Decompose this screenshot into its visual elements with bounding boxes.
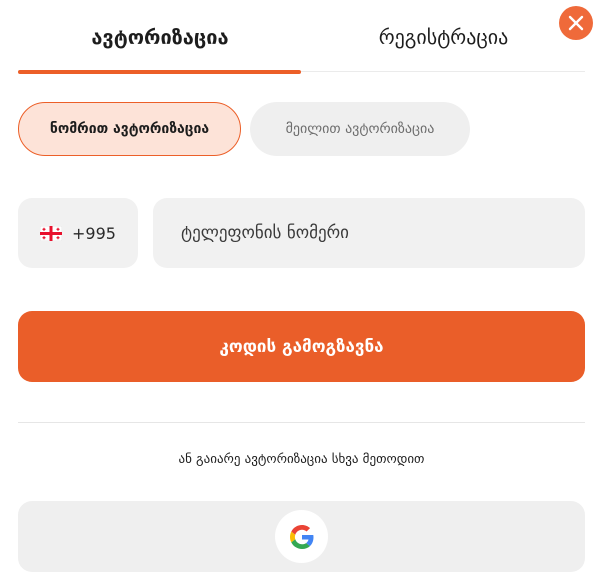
phone-number-input[interactable] (179, 222, 563, 244)
close-button[interactable] (559, 6, 593, 40)
country-code-selector[interactable]: +995 (18, 198, 138, 268)
georgia-flag-icon (40, 225, 63, 241)
google-icon (289, 524, 313, 549)
auth-tabs: ავტორიზაცია რეგისტრაცია (18, 0, 585, 74)
tab-register[interactable]: რეგისტრაცია (302, 0, 585, 74)
send-code-button[interactable]: კოდის გამოგზავნა (18, 311, 585, 382)
tab-login[interactable]: ავტორიზაცია (18, 0, 302, 74)
alternative-login-text: ან გაიარე ავტორიზაცია სხვა მეთოდით (178, 452, 425, 467)
country-code: +995 (72, 223, 116, 243)
google-login-button[interactable] (275, 510, 328, 563)
phone-field-container (153, 198, 585, 268)
phone-auth-button[interactable]: ნომრით ავტორიზაცია (18, 102, 241, 156)
email-auth-button[interactable]: მეილით ავტორიზაცია (250, 102, 470, 156)
close-icon (568, 15, 584, 31)
social-login-panel (18, 501, 585, 572)
active-tab-indicator (18, 70, 301, 74)
section-divider (18, 422, 585, 423)
